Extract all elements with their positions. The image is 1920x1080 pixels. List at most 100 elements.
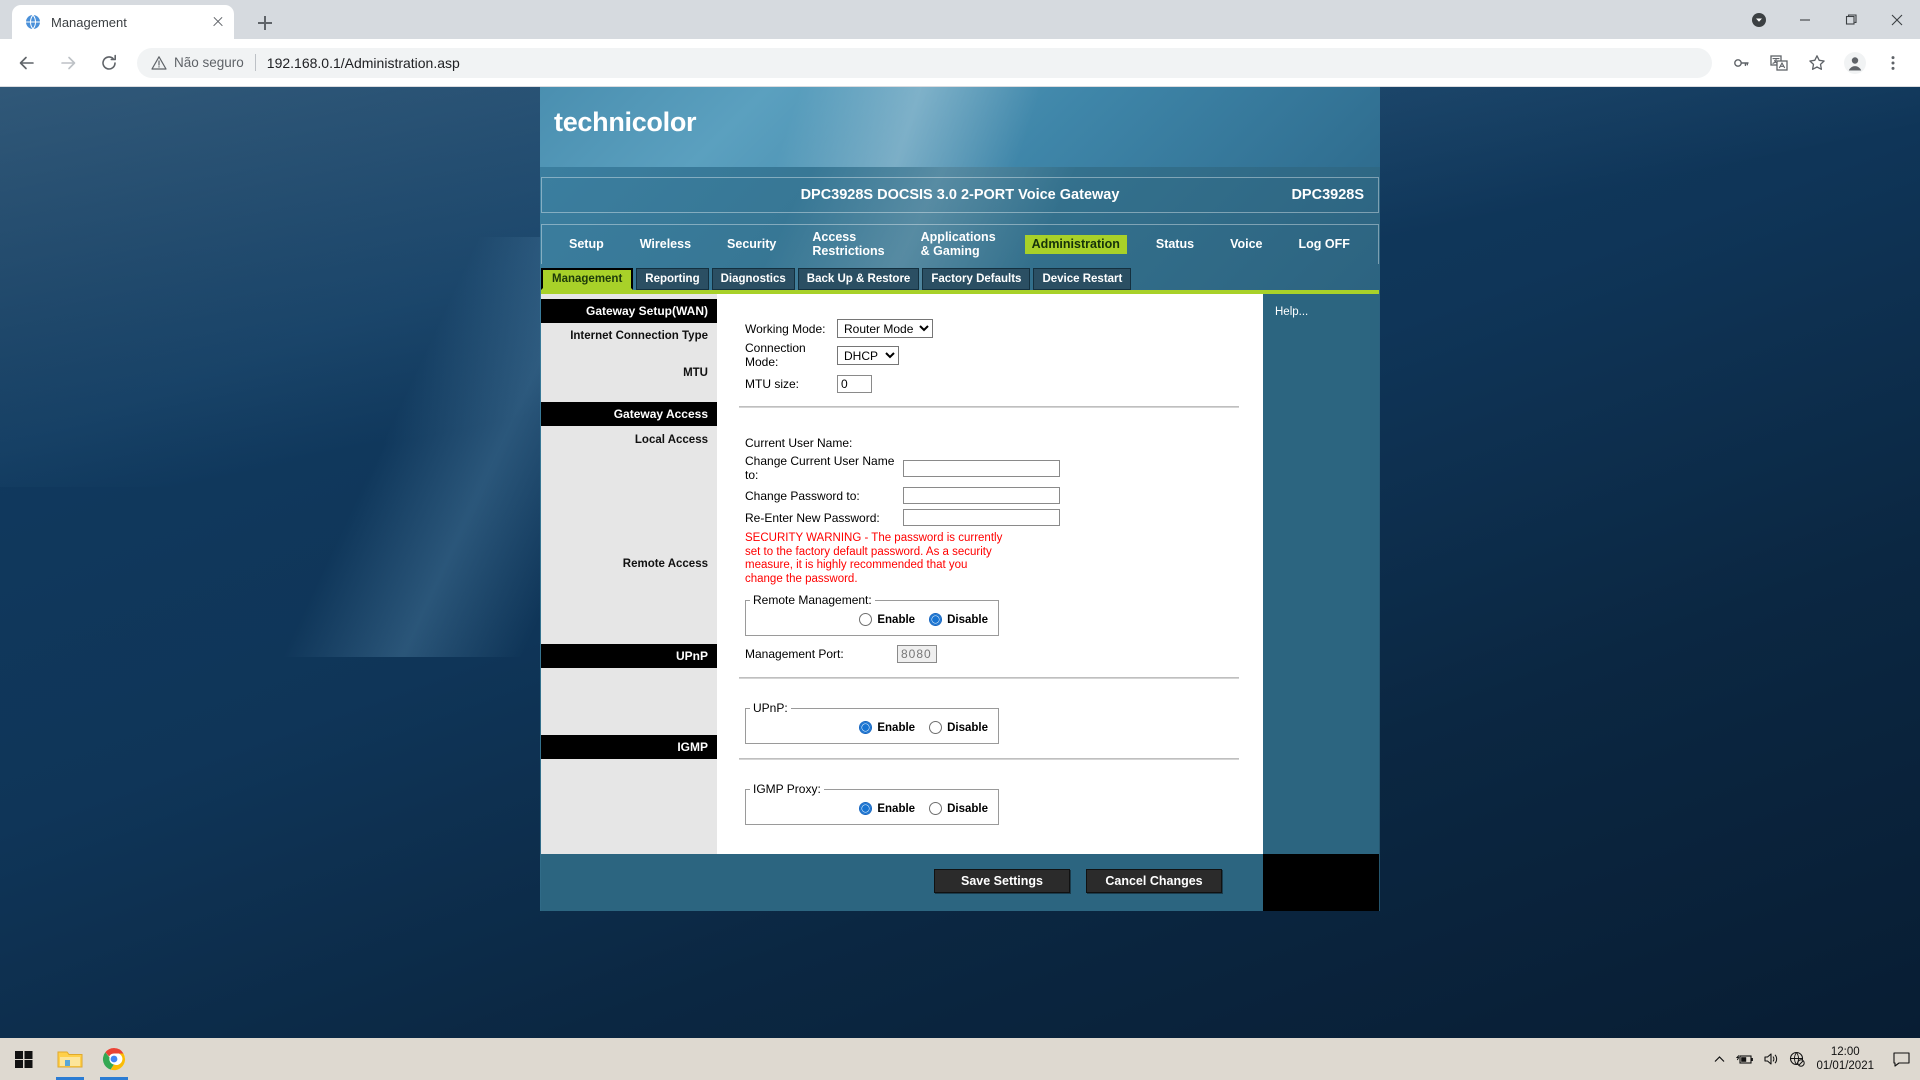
nav-item-status[interactable]: Status — [1149, 235, 1201, 255]
nav-item-applications-gaming[interactable]: Applications & Gaming — [914, 228, 1003, 261]
working-mode-label: Working Mode: — [745, 321, 826, 336]
maximize-icon[interactable] — [1828, 4, 1874, 36]
working-mode-select[interactable]: Router Mode — [837, 319, 933, 338]
chevron-up-icon[interactable] — [1706, 1038, 1732, 1080]
mtu-size-label: MTU size: — [745, 377, 799, 391]
help-link[interactable]: Help... — [1275, 306, 1308, 318]
subtab-factory-defaults[interactable]: Factory Defaults — [922, 268, 1031, 290]
remote-management-fieldset: Remote Management: Enable Disable — [745, 593, 999, 636]
help-panel: Help... — [1263, 294, 1379, 854]
nav-item-log-off[interactable]: Log OFF — [1291, 235, 1356, 255]
clock-time: 12:00 — [1830, 1046, 1860, 1058]
model-number: DPC3928S — [1291, 187, 1364, 203]
taskbar-clock[interactable]: 12:00 01/01/2021 — [1816, 1045, 1874, 1073]
close-window-icon[interactable] — [1874, 4, 1920, 36]
warning-triangle-icon — [151, 55, 167, 71]
cancel-changes-button[interactable]: Cancel Changes — [1086, 869, 1222, 893]
nav-item-setup[interactable]: Setup — [562, 235, 611, 255]
subtab-backup-restore[interactable]: Back Up & Restore — [797, 268, 920, 290]
management-port-input[interactable] — [897, 645, 937, 663]
nav-item-access-restrictions[interactable]: Access Restrictions — [805, 228, 891, 261]
system-tray: 12:00 01/01/2021 — [1706, 1038, 1920, 1080]
sidebar-spacer-upnp — [541, 668, 717, 735]
notification-icon[interactable] — [1886, 1038, 1916, 1080]
reenter-password-label: Re-Enter New Password: — [745, 510, 880, 525]
minimize-icon[interactable] — [1782, 4, 1828, 36]
windows-start-icon[interactable] — [0, 1038, 48, 1080]
browser-window: Management Não seguro 192.168.0.1/Admini… — [0, 0, 1920, 1038]
save-settings-button[interactable]: Save Settings — [934, 869, 1070, 893]
globe-icon — [25, 14, 41, 30]
sidebar-label-remote-access: Remote Access — [622, 558, 708, 570]
igmp-enable-label: Enable — [877, 802, 916, 815]
router-body: DPC3928S DOCSIS 3.0 2-PORT Voice Gateway… — [540, 167, 1380, 911]
translate-icon[interactable] — [1764, 48, 1794, 78]
nav-item-voice[interactable]: Voice — [1223, 235, 1269, 255]
igmp-disable-radio[interactable] — [929, 802, 943, 815]
change-password-label: Change Password to: — [745, 488, 860, 503]
nav-item-security[interactable]: Security — [720, 235, 783, 255]
new-tab-button[interactable] — [252, 10, 278, 36]
mtu-size-row: MTU size: — [745, 375, 1263, 393]
current-user-name-row: Current User Name: — [745, 436, 1263, 450]
brand-logo: technicolor — [554, 107, 697, 137]
connection-mode-select[interactable]: DHCP — [837, 345, 899, 365]
current-user-name-label: Current User Name: — [745, 436, 853, 450]
address-bar[interactable]: Não seguro 192.168.0.1/Administration.as… — [137, 47, 1712, 78]
browser-toolbar: Não seguro 192.168.0.1/Administration.as… — [0, 39, 1920, 87]
router-header: technicolor — [540, 87, 1380, 167]
window-controls — [1736, 0, 1920, 39]
igmp-disable-label: Disable — [947, 802, 988, 815]
network-disconnected-icon[interactable] — [1784, 1038, 1810, 1080]
remote-management-disable-radio[interactable] — [929, 613, 943, 626]
file-explorer-icon[interactable] — [48, 1038, 92, 1080]
tab-strip: Management — [0, 0, 1920, 39]
browser-tab[interactable]: Management — [12, 5, 234, 39]
upnp-fieldset: UPnP: Enable Disable — [745, 701, 999, 744]
reload-icon[interactable] — [93, 47, 125, 79]
back-arrow-icon[interactable] — [11, 47, 43, 79]
close-icon[interactable] — [206, 10, 230, 34]
igmp-proxy-fieldset: IGMP Proxy: Enable Disable — [745, 782, 999, 825]
igmp-proxy-radios: Enable Disable — [746, 796, 998, 824]
tab-title: Management — [51, 14, 127, 30]
upnp-radios: Enable Disable — [746, 715, 998, 743]
key-icon[interactable] — [1726, 48, 1756, 78]
volume-icon[interactable] — [1758, 1038, 1784, 1080]
forward-arrow-icon[interactable] — [52, 47, 84, 79]
star-icon[interactable] — [1802, 48, 1832, 78]
reenter-password-input[interactable] — [903, 509, 1060, 526]
sidebar-header-igmp: IGMP — [541, 735, 717, 759]
upnp-enable-label: Enable — [877, 721, 916, 734]
sidebar-label-internet-connection-type: Internet Connection Type — [570, 330, 708, 342]
page-footer: Save Settings Cancel Changes — [541, 854, 1379, 911]
subtab-diagnostics[interactable]: Diagnostics — [711, 268, 795, 290]
remote-management-legend: Remote Management: — [753, 593, 872, 607]
subtab-device-restart[interactable]: Device Restart — [1033, 268, 1132, 290]
nav-item-wireless[interactable]: Wireless — [633, 235, 698, 255]
subtab-reporting[interactable]: Reporting — [636, 268, 709, 290]
change-user-name-row: Change Current User Name to: — [745, 454, 1263, 482]
connection-mode-row: Connection Mode: DHCP — [745, 341, 1263, 369]
more-menu-icon[interactable] — [1878, 48, 1908, 78]
toolbar-icons — [1722, 48, 1912, 78]
sidebar-header-upnp: UPnP — [541, 644, 717, 668]
chrome-icon[interactable] — [92, 1038, 136, 1080]
subtab-management[interactable]: Management — [541, 268, 634, 290]
nav-item-administration[interactable]: Administration — [1024, 234, 1127, 255]
change-password-input[interactable] — [903, 487, 1060, 504]
remote-management-enable-radio[interactable] — [859, 613, 873, 626]
model-title: DPC3928S DOCSIS 3.0 2-PORT Voice Gateway — [800, 187, 1120, 203]
mtu-size-input[interactable] — [837, 375, 872, 393]
battery-charging-icon[interactable] — [1732, 1038, 1758, 1080]
security-warning-text: SECURITY WARNING - The password is curre… — [745, 532, 1003, 585]
profile-badge-icon[interactable] — [1736, 4, 1782, 36]
change-user-name-input[interactable] — [903, 459, 1060, 477]
model-title-bar: DPC3928S DOCSIS 3.0 2-PORT Voice Gateway… — [541, 177, 1379, 213]
upnp-enable-radio[interactable] — [859, 721, 873, 734]
profile-icon[interactable] — [1840, 48, 1870, 78]
page-content: Gateway Setup(WAN) Internet Connection T… — [541, 294, 1379, 911]
management-port-row: Management Port: — [745, 645, 1263, 663]
igmp-enable-radio[interactable] — [859, 802, 873, 815]
upnp-disable-radio[interactable] — [929, 721, 943, 734]
